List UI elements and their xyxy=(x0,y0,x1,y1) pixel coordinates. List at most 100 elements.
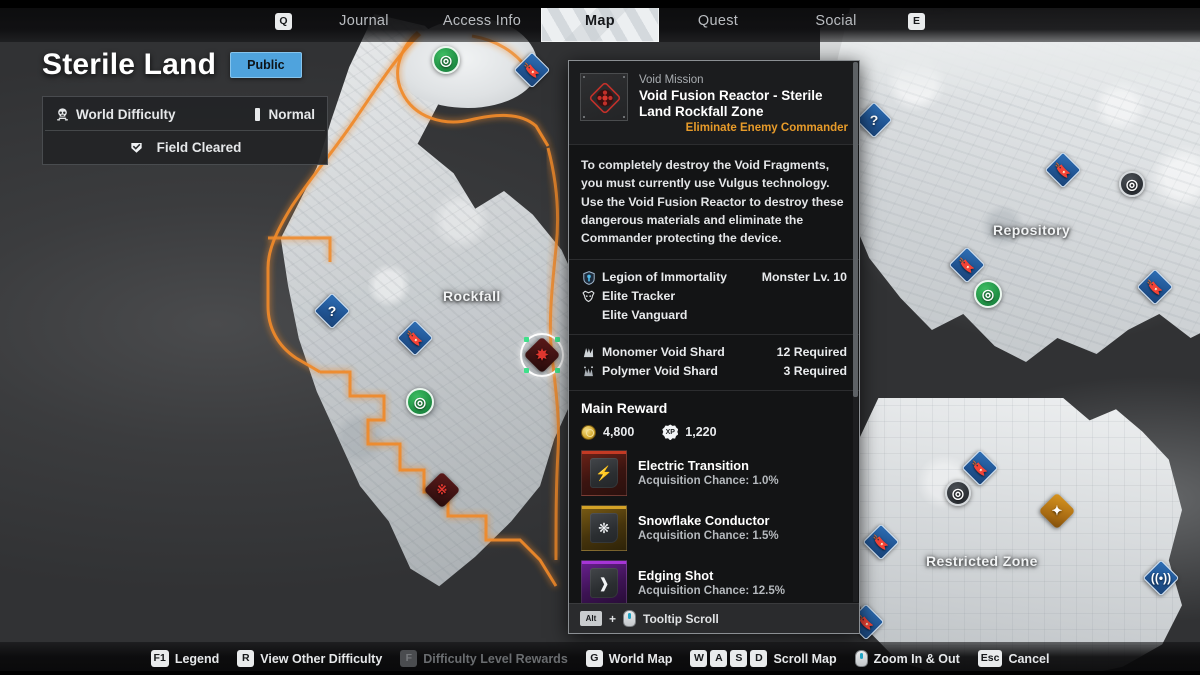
map-marker-terminal[interactable]: ◎ xyxy=(941,476,975,510)
map-marker-terminal[interactable]: ◎ xyxy=(1115,167,1149,201)
question-pin-icon: ? xyxy=(869,112,879,128)
map-marker-resource-node[interactable]: ✦ xyxy=(1038,492,1076,530)
map-label-restricted-zone: Restricted Zone xyxy=(926,553,1038,569)
key-r[interactable]: R xyxy=(237,650,255,667)
void-reactor-icon xyxy=(580,73,628,121)
map-marker-objective-circle[interactable]: ◎ xyxy=(429,43,463,77)
hint-label: View Other Difficulty xyxy=(260,651,383,666)
xp-amount: 1,220 xyxy=(685,425,717,440)
rewards-heading: Main Reward xyxy=(581,400,668,417)
world-difficulty-value: Normal xyxy=(268,106,315,122)
hint-label: Cancel xyxy=(1008,651,1050,666)
next-tab-key-badge[interactable]: E xyxy=(908,13,925,30)
enemy-name: Elite Vanguard xyxy=(602,308,688,323)
faction-row: Legion of Immortality Monster Lv. 10 xyxy=(581,268,847,287)
status-badge[interactable]: Public xyxy=(230,52,302,78)
helmet-icon xyxy=(581,290,596,303)
monster-level: Monster Lv. 10 xyxy=(761,270,847,285)
shield-icon xyxy=(581,271,596,285)
hint-label: Legend xyxy=(174,651,220,666)
hint-zoom[interactable]: Zoom In & Out xyxy=(854,650,960,667)
map-marker-bookmark[interactable]: 🔖 xyxy=(1136,268,1174,306)
map-marker-void-reactor-selected[interactable]: ✸ xyxy=(520,333,564,377)
bookmark-pin-icon: 🔖 xyxy=(1146,278,1164,295)
scrollbar-thumb[interactable] xyxy=(853,62,858,397)
hint-scroll-map[interactable]: W A S D Scroll Map xyxy=(690,650,837,667)
tooltip-footer-hint: Alt + Tooltip Scroll xyxy=(569,603,859,633)
requirement-amount: 12 Required xyxy=(776,345,847,360)
map-marker-bookmark[interactable]: 🔖 xyxy=(1044,151,1082,189)
hint-difficulty-level-rewards: F Difficulty Level Rewards xyxy=(400,650,568,667)
mouse-scroll-icon xyxy=(854,650,868,667)
objective-circle-icon: ◎ xyxy=(981,285,995,302)
world-difficulty-row[interactable]: World Difficulty Normal xyxy=(45,99,325,129)
screen-bottom-edge xyxy=(0,671,1200,675)
map-marker-objective-circle[interactable]: ◎ xyxy=(971,277,1005,311)
snowflake-module-icon: ❋ xyxy=(581,505,627,552)
enemy-base-icon: ※ xyxy=(436,482,448,497)
mission-title: Void Fusion Reactor - Sterile Land Rockf… xyxy=(639,88,823,119)
reward-item-chance: Acquisition Chance: 1.5% xyxy=(638,529,779,542)
requirements-section: Monomer Void Shard 12 Required Polymer V… xyxy=(569,335,859,392)
difficulty-level-bar-icon xyxy=(255,107,261,121)
objective-circle-icon: ◎ xyxy=(439,51,453,68)
hint-view-other-difficulty[interactable]: R View Other Difficulty xyxy=(237,650,382,667)
map-marker-objective-circle[interactable]: ◎ xyxy=(403,385,437,419)
field-cleared-label: Field Cleared xyxy=(156,139,242,155)
vertical-scrollbar[interactable] xyxy=(853,62,858,602)
map-label-rockfall: Rockfall xyxy=(443,288,501,304)
divider xyxy=(45,130,325,131)
prev-tab-key-badge[interactable]: Q xyxy=(275,13,292,30)
tooltip-header: Void Mission Void Fusion Reactor - Steri… xyxy=(569,61,859,145)
gold-coin-icon xyxy=(581,424,596,440)
zone-settings-box: World Difficulty Normal Field Cleared xyxy=(42,96,328,165)
mission-description: To completely destroy the Void Fragments… xyxy=(569,145,859,261)
map-marker-enemy-base[interactable]: ※ xyxy=(423,471,461,509)
edging-shot-module-icon: ❱ xyxy=(581,560,627,603)
key-a[interactable]: A xyxy=(710,650,728,667)
reward-item[interactable]: ❋ Snowflake Conductor Acquisition Chance… xyxy=(581,505,847,552)
hint-legend[interactable]: F1 Legend xyxy=(150,650,220,667)
reward-item[interactable]: ❱ Edging Shot Acquisition Chance: 12.5% xyxy=(581,560,847,603)
requirement-name: Polymer Void Shard xyxy=(602,364,718,379)
tooltip-scroll-label: Tooltip Scroll xyxy=(643,611,719,626)
plus-sign: + xyxy=(609,611,617,626)
alt-key-badge: Alt xyxy=(580,611,602,626)
checkmark-icon xyxy=(129,140,144,155)
hint-cancel[interactable]: Esc Cancel xyxy=(977,650,1050,667)
bookmark-pin-icon: 🔖 xyxy=(872,533,890,550)
terminal-circle-icon: ◎ xyxy=(1125,175,1139,192)
mission-type-label: Void Mission xyxy=(639,74,704,86)
map-label-repository: Repository xyxy=(993,222,1071,238)
objective-circle-icon: ◎ xyxy=(413,393,427,410)
hint-label: Zoom In & Out xyxy=(873,651,960,666)
map-screen: Rockfall Repository Restricted Zone ◎ 🔖 … xyxy=(0,0,1200,675)
world-difficulty-label: World Difficulty xyxy=(76,106,176,122)
key-s[interactable]: S xyxy=(730,650,748,667)
requirement-amount: 3 Required xyxy=(783,364,847,379)
key-d[interactable]: D xyxy=(750,650,768,667)
key-w[interactable]: W xyxy=(690,650,708,667)
field-cleared-row[interactable]: Field Cleared xyxy=(45,132,325,162)
zone-title-row: Sterile Land Public xyxy=(42,48,328,82)
map-marker-unknown[interactable]: ? xyxy=(313,292,351,330)
map-marker-bookmark[interactable]: 🔖 xyxy=(396,319,434,357)
map-marker-bookmark[interactable]: 🔖 xyxy=(862,523,900,561)
page-title: Sterile Land xyxy=(42,48,217,81)
enemy-row: Elite Tracker xyxy=(581,287,847,306)
map-marker-bookmark[interactable]: 🔖 xyxy=(513,51,551,89)
key-g[interactable]: G xyxy=(585,650,603,667)
map-marker-signal-tower[interactable]: ((•)) xyxy=(1142,559,1180,597)
reward-item[interactable]: ⚡ Electric Transition Acquisition Chance… xyxy=(581,450,847,497)
key-esc[interactable]: Esc xyxy=(977,650,1003,667)
hint-world-map[interactable]: G World Map xyxy=(585,650,673,667)
enemy-row: Elite Vanguard xyxy=(581,306,847,325)
xp-reward: XP 1,220 xyxy=(662,424,717,441)
void-reactor-marker-icon: ✸ xyxy=(535,347,549,364)
xp-icon: XP xyxy=(662,424,679,441)
map-marker-unknown[interactable]: ? xyxy=(855,101,893,139)
landmass-southeast-texture xyxy=(852,398,1182,675)
terminal-circle-icon: ◎ xyxy=(951,484,965,501)
key-f1[interactable]: F1 xyxy=(150,650,169,667)
hint-label: World Map xyxy=(608,651,673,666)
